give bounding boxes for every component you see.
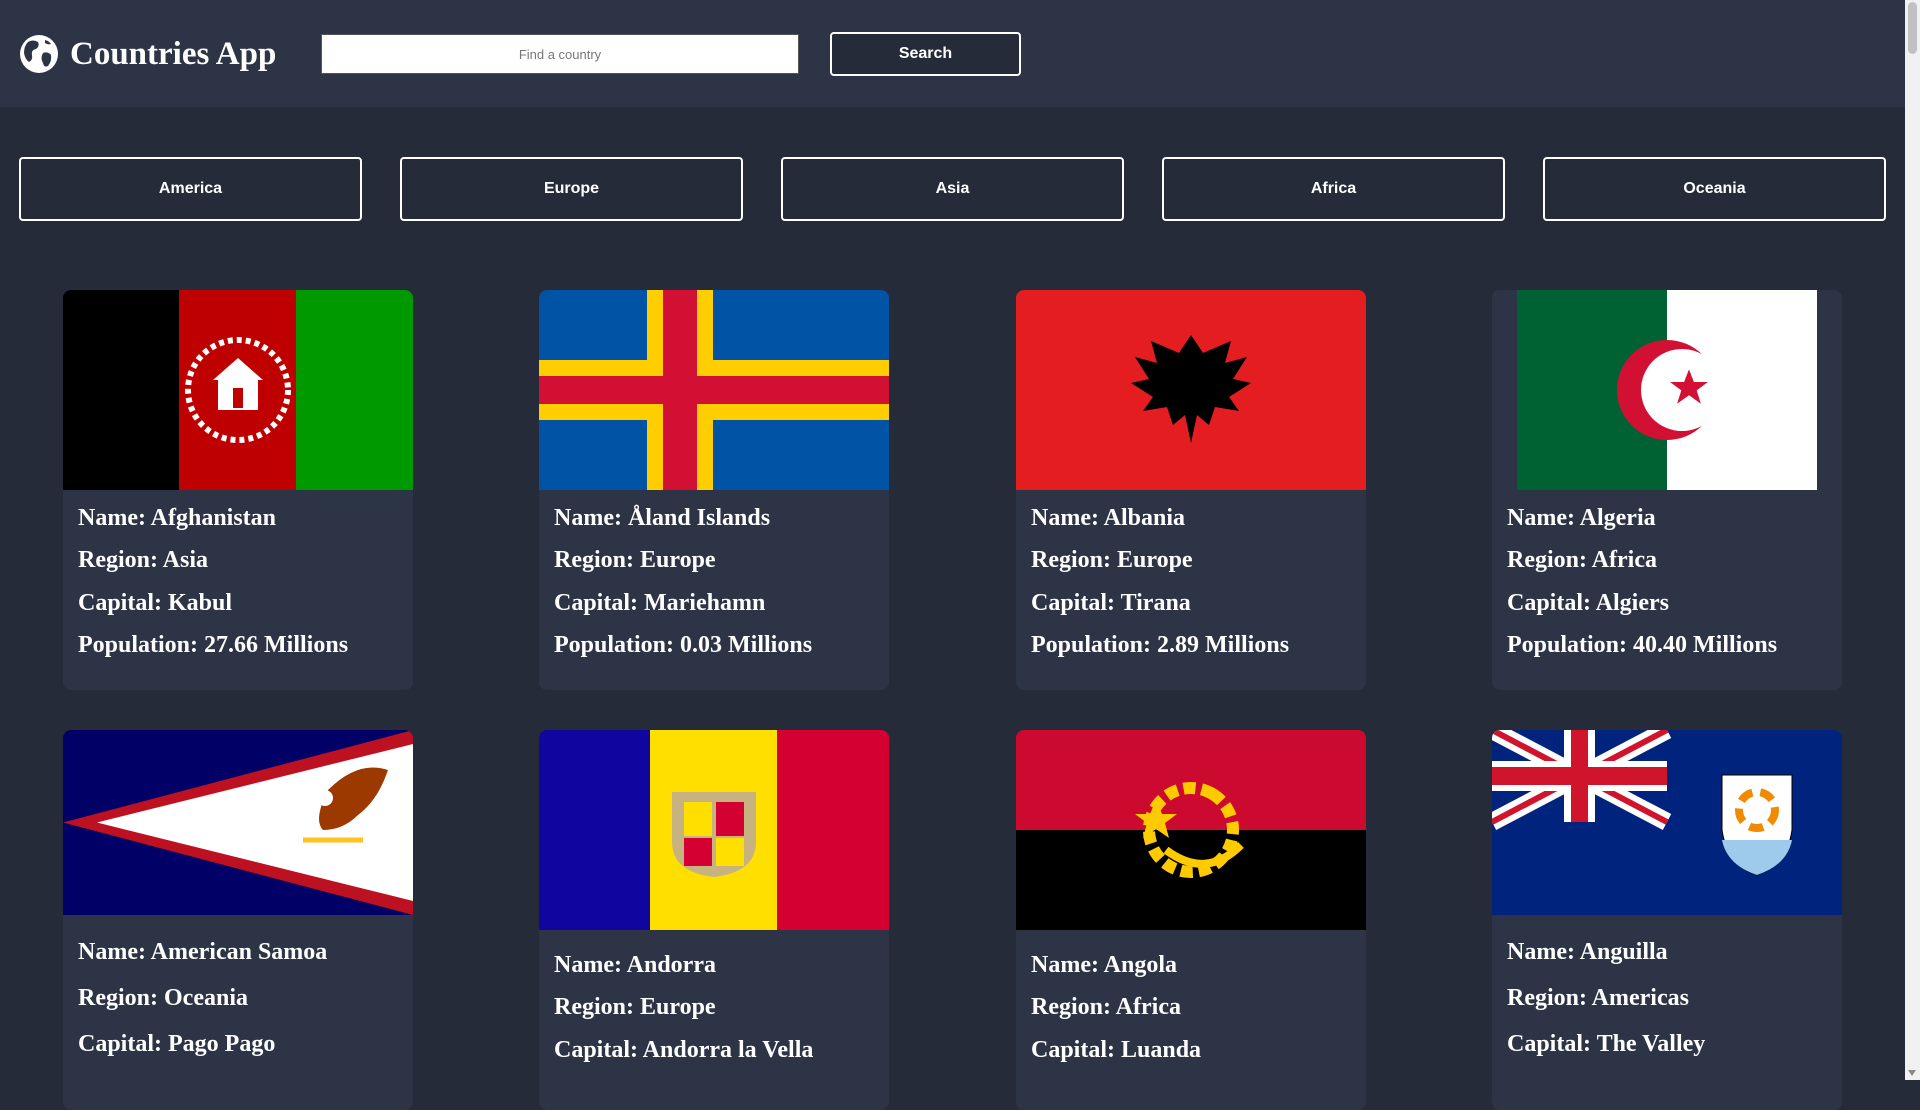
scroll-down-arrow-icon[interactable] bbox=[1908, 1070, 1916, 1076]
app-title: Countries App bbox=[70, 36, 277, 72]
country-region: Region: Asia bbox=[78, 547, 209, 573]
angola-flag bbox=[1016, 730, 1366, 930]
country-name: Name: Anguilla bbox=[1507, 939, 1668, 965]
country-name: Name: Albania bbox=[1031, 505, 1186, 531]
country-capital: Capital: Luanda bbox=[1031, 1037, 1202, 1063]
country-card[interactable]: Name: Angola Region: Africa Capital: Lua… bbox=[1016, 730, 1366, 1110]
country-card[interactable]: Name: American Samoa Region: Oceania Cap… bbox=[63, 730, 413, 1110]
country-region: Region: Africa bbox=[1031, 994, 1181, 1020]
algeria-flag bbox=[1492, 290, 1842, 490]
andorra-flag bbox=[539, 730, 889, 930]
anguilla-flag bbox=[1492, 730, 1842, 915]
country-capital: Capital: Mariehamn bbox=[554, 590, 766, 616]
country-capital: Capital: Andorra la Vella bbox=[554, 1037, 814, 1063]
albania-flag bbox=[1016, 290, 1366, 490]
country-card[interactable]: Name: Afghanistan Region: Asia Capital: … bbox=[63, 290, 413, 690]
country-capital: Capital: Tirana bbox=[1031, 590, 1191, 616]
search-input[interactable] bbox=[321, 34, 799, 74]
country-capital: Capital: Pago Pago bbox=[78, 1031, 276, 1057]
scrollbar-thumb[interactable] bbox=[1908, 2, 1917, 54]
country-name: Name: Andorra bbox=[554, 952, 716, 978]
country-name: Name: Angola bbox=[1031, 952, 1177, 978]
region-button-asia[interactable]: Asia bbox=[781, 157, 1124, 221]
country-card[interactable]: Name: Algeria Region: Africa Capital: Al… bbox=[1492, 290, 1842, 690]
country-capital: Capital: The Valley bbox=[1507, 1031, 1706, 1057]
country-card[interactable]: Name: Åland Islands Region: Europe Capit… bbox=[539, 290, 889, 690]
country-region: Region: Europe bbox=[554, 547, 716, 573]
app-header: Countries App Search bbox=[0, 0, 1905, 107]
page-scrollbar[interactable] bbox=[1905, 0, 1920, 1080]
country-population: Population: 27.66 Millions bbox=[78, 632, 349, 658]
country-name: Name: Åland Islands bbox=[554, 505, 771, 531]
country-region: Region: Europe bbox=[1031, 547, 1193, 573]
aland-islands-flag bbox=[539, 290, 889, 490]
region-button-america[interactable]: America bbox=[19, 157, 362, 221]
country-card[interactable]: Name: Albania Region: Europe Capital: Ti… bbox=[1016, 290, 1366, 690]
country-region: Region: Americas bbox=[1507, 985, 1689, 1011]
afghanistan-flag bbox=[63, 290, 413, 490]
region-button-europe[interactable]: Europe bbox=[400, 157, 743, 221]
country-name: Name: Algeria bbox=[1507, 505, 1656, 531]
region-button-oceania[interactable]: Oceania bbox=[1543, 157, 1886, 221]
search-button[interactable]: Search bbox=[830, 32, 1021, 76]
country-region: Region: Africa bbox=[1507, 547, 1657, 573]
american-samoa-flag bbox=[63, 730, 413, 915]
country-region: Region: Europe bbox=[554, 994, 716, 1020]
country-card[interactable]: Name: Andorra Region: Europe Capital: An… bbox=[539, 730, 889, 1110]
country-region: Region: Oceania bbox=[78, 985, 248, 1011]
country-population: Population: 2.89 Millions bbox=[1031, 632, 1290, 658]
country-card[interactable]: Name: Anguilla Region: Americas Capital:… bbox=[1492, 730, 1842, 1110]
country-capital: Capital: Kabul bbox=[78, 590, 233, 616]
region-button-africa[interactable]: Africa bbox=[1162, 157, 1505, 221]
country-name: Name: American Samoa bbox=[78, 939, 328, 965]
globe-icon bbox=[20, 35, 58, 73]
country-population: Population: 40.40 Millions bbox=[1507, 632, 1778, 658]
country-name: Name: Afghanistan bbox=[78, 505, 277, 531]
country-capital: Capital: Algiers bbox=[1507, 590, 1669, 616]
country-population: Population: 0.03 Millions bbox=[554, 632, 813, 658]
